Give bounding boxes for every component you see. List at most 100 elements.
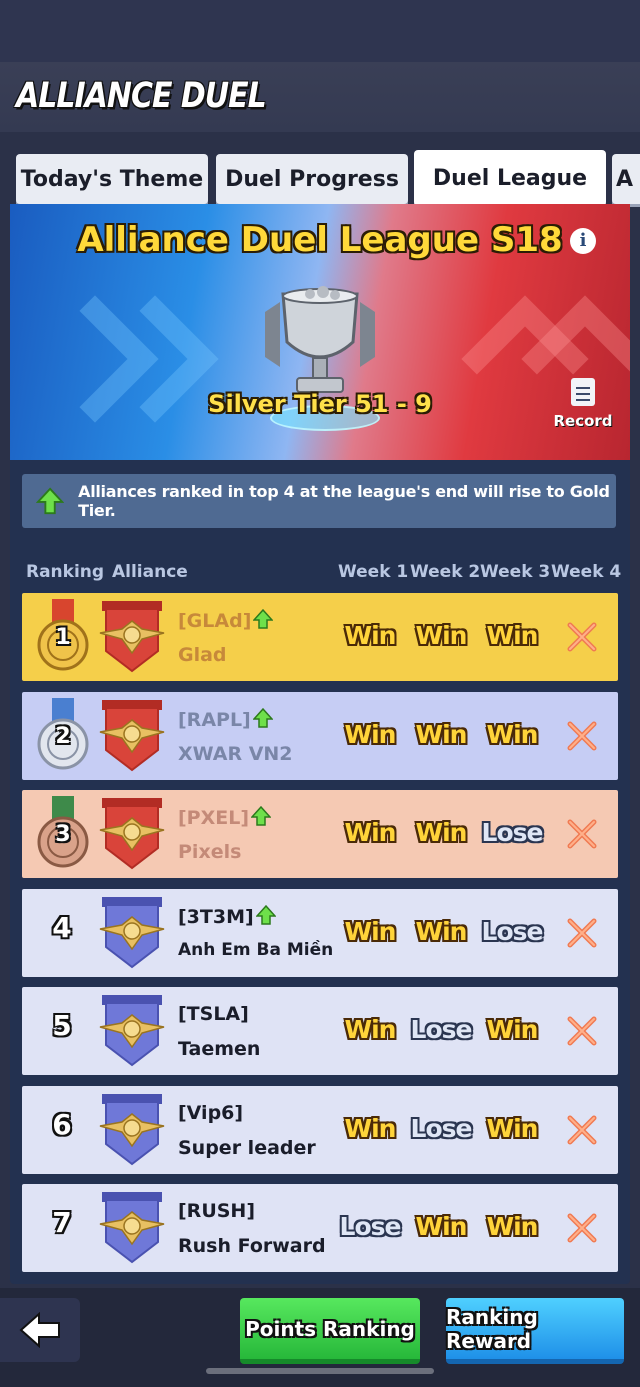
col-week3: Week 3 <box>480 562 551 582</box>
alliance-emblem-icon <box>99 1093 165 1165</box>
crossed-swords-icon <box>567 721 597 750</box>
table-row[interactable]: 6 [Vip6] Super leader Win Lose Win <box>22 1085 618 1174</box>
up-arrow-icon <box>251 806 272 826</box>
week-result: Win <box>486 1113 539 1143</box>
week-result: Win <box>415 818 468 847</box>
alliance-tag-text: [Vip6] <box>178 1101 244 1124</box>
table-row[interactable]: 7 [RUSH] Rush Forward Lose Win Win <box>22 1184 618 1272</box>
week-result: Win <box>344 818 397 847</box>
notice-text: Alliances ranked in top 4 at the league'… <box>78 482 610 520</box>
alliance-emblem-icon <box>99 1192 165 1264</box>
rank-number: 5 <box>52 1009 72 1042</box>
promotion-notice: Alliances ranked in top 4 at the league'… <box>22 474 616 528</box>
alliance-tag-text: [3T3M] <box>178 905 254 928</box>
col-week4: Week 4 <box>551 562 622 582</box>
crossed-swords-icon <box>567 918 597 947</box>
info-icon[interactable]: i <box>570 228 596 254</box>
alliance-tag-text: [RUSH] <box>178 1200 256 1222</box>
alliance-tag: [GLAd] <box>178 609 274 632</box>
tab-overflow[interactable]: A <box>612 154 640 204</box>
crossed-swords-icon <box>567 1213 597 1243</box>
record-button[interactable]: Record <box>552 378 614 438</box>
week-result: Win <box>415 916 468 946</box>
alliance-tag: [3T3M] <box>178 904 276 928</box>
week-result: Win <box>415 621 468 650</box>
rank-number: 1 <box>55 625 71 650</box>
alliance-emblem-icon <box>99 699 165 771</box>
crossed-swords-icon <box>567 1016 597 1046</box>
rank-number: 2 <box>55 723 71 749</box>
crossed-swords-icon <box>567 622 597 652</box>
table-row[interactable]: 5 [TSLA] Taemen Win Lose Win <box>22 987 618 1075</box>
alliance-emblem-icon <box>99 995 165 1067</box>
alliance-name: Super leader <box>178 1136 316 1159</box>
alliance-tag: [Vip6] <box>178 1102 243 1124</box>
alliance-emblem-icon <box>99 601 165 673</box>
alliance-tag: [PXEL] <box>178 806 272 829</box>
table-row[interactable]: 2 [RAPL] XWAR VN2 Win Win Win <box>22 691 618 780</box>
alliance-name: Anh Em Ba Miền <box>178 939 334 960</box>
tab-bar: Today's Theme Duel Progress Duel League … <box>0 150 640 208</box>
up-arrow-icon <box>253 609 274 629</box>
alliance-tag: [RAPL] <box>178 707 273 731</box>
alliance-emblem-icon <box>99 798 165 870</box>
up-arrow-icon <box>255 904 276 925</box>
col-week1: Week 1 <box>338 562 409 582</box>
home-indicator <box>206 1368 434 1374</box>
tab-duel-progress[interactable]: Duel Progress <box>216 154 408 204</box>
alliance-tag-text: [GLAd] <box>178 610 252 632</box>
week-result: Win <box>344 1015 397 1044</box>
back-arrow-icon <box>19 1312 60 1348</box>
week-result: Win <box>486 719 539 749</box>
alliance-emblem-icon <box>99 896 165 968</box>
status-bar-area <box>0 0 640 62</box>
alliance-name: Glad <box>178 644 227 666</box>
up-arrow-icon <box>252 707 273 728</box>
alliance-tag-text: [PXEL] <box>178 807 250 829</box>
back-button[interactable] <box>0 1298 80 1362</box>
col-alliance: Alliance <box>112 562 188 582</box>
week-result: Lose <box>410 1015 473 1044</box>
tab-duel-league[interactable]: Duel League <box>414 150 606 206</box>
page-title: ALLIANCE DUEL <box>16 76 267 117</box>
week-result: Lose <box>481 916 544 946</box>
record-label: Record <box>553 412 613 430</box>
league-title: Alliance Duel League S18 <box>77 220 563 260</box>
tab-todays-theme[interactable]: Today's Theme <box>16 154 208 204</box>
rank-number: 7 <box>52 1206 72 1239</box>
table-row[interactable]: 3 [PXEL] Pixels Win Win Lose <box>22 790 618 878</box>
week-result: Win <box>344 1113 397 1143</box>
crossed-swords-icon <box>567 819 597 849</box>
week-result: Win <box>415 1212 468 1241</box>
alliance-tag: [RUSH] <box>178 1200 255 1222</box>
table-row[interactable]: 1 [GLAd] Glad Win Win Win <box>22 593 618 681</box>
col-week2: Week 2 <box>410 562 481 582</box>
week-result: Win <box>486 1212 539 1241</box>
week-result: Win <box>486 621 539 650</box>
points-ranking-button[interactable]: Points Ranking <box>240 1298 420 1364</box>
alliance-name: XWAR VN2 <box>178 742 293 765</box>
week-result: Win <box>415 719 468 749</box>
week-result: Lose <box>481 818 544 847</box>
rank-number: 4 <box>52 910 72 944</box>
ranking-reward-button[interactable]: Ranking Reward <box>446 1298 624 1364</box>
alliance-tag-text: [RAPL] <box>178 708 251 731</box>
tier-label: Silver Tier 51 - 9 <box>208 390 432 418</box>
alliance-name: Taemen <box>178 1038 261 1060</box>
table-row[interactable]: 4 [3T3M] Anh Em Ba Miền Win Win Lose <box>22 888 618 977</box>
up-arrow-icon <box>36 487 65 515</box>
rank-number: 6 <box>52 1107 72 1141</box>
alliance-name: Rush Forward <box>178 1235 326 1257</box>
clipboard-icon <box>571 378 595 406</box>
week-result: Win <box>344 621 397 650</box>
alliance-name: Pixels <box>178 841 242 863</box>
week-result: Win <box>344 916 397 946</box>
alliance-tag: [TSLA] <box>178 1003 249 1025</box>
crossed-swords-icon <box>567 1115 597 1144</box>
alliance-tag-text: [TSLA] <box>178 1003 249 1025</box>
rank-number: 3 <box>55 822 71 847</box>
week-result: Lose <box>339 1212 402 1241</box>
week-result: Win <box>486 1015 539 1044</box>
week-result: Lose <box>410 1113 473 1143</box>
column-headers: Ranking Alliance Week 1 Week 2 Week 3 We… <box>22 562 622 586</box>
